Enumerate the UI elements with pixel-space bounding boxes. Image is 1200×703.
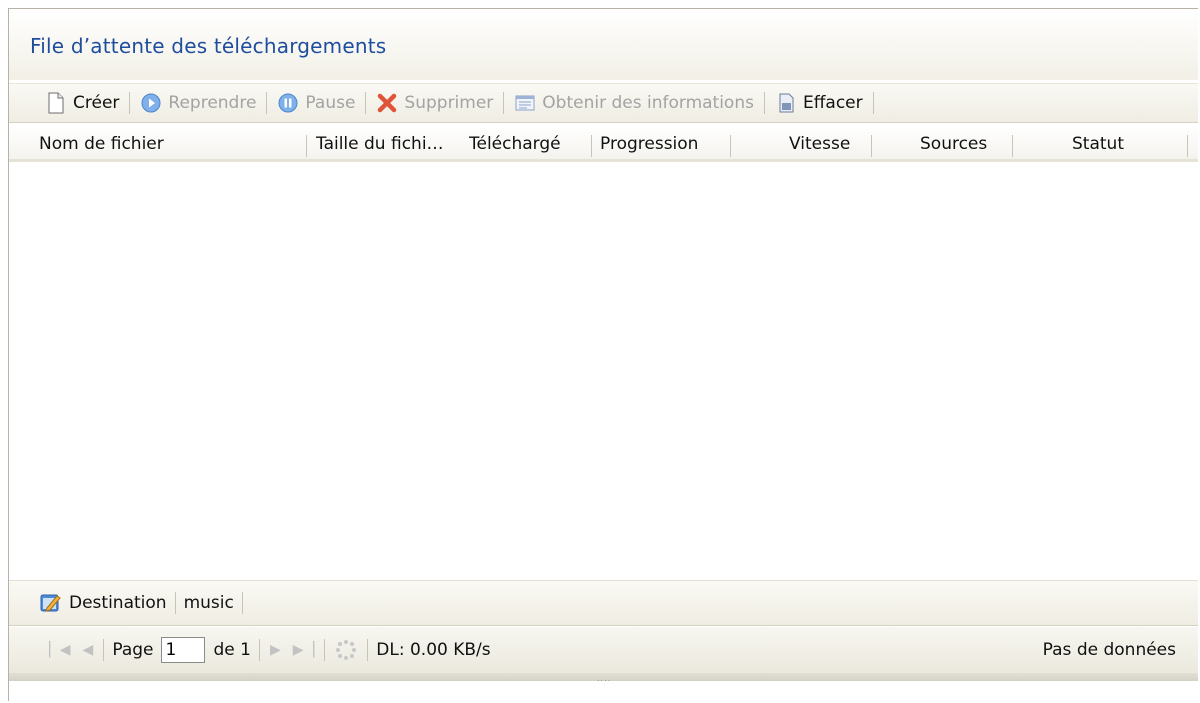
resize-handle[interactable]: .... <box>9 673 1198 683</box>
refresh-icon[interactable] <box>335 639 357 661</box>
destination-value[interactable]: music <box>184 593 234 613</box>
pause-button[interactable]: Pause <box>271 88 361 118</box>
toolbar-separator <box>258 639 260 661</box>
grip-dots: .... <box>597 674 612 683</box>
panel-header: File d’attente des téléchargements <box>9 9 1198 80</box>
column-separator[interactable] <box>1187 135 1188 157</box>
clear-label: Effacer <box>802 93 863 113</box>
toolbar-separator <box>324 639 326 661</box>
column-header-sources[interactable]: Sources <box>920 134 1008 154</box>
resume-button[interactable]: Reprendre <box>134 88 262 118</box>
create-button[interactable]: Créer <box>39 88 125 118</box>
toolbar-separator <box>266 92 268 114</box>
paging-toolbar: ▏◀ ◀ Page de 1 ▶ ▶▕ DL: 0.00 KB/s Pas de… <box>9 627 1198 673</box>
column-header-downloaded[interactable]: Téléchargé <box>469 134 591 154</box>
column-separator[interactable] <box>871 135 872 157</box>
column-separator[interactable] <box>306 135 307 157</box>
column-separator[interactable] <box>1012 135 1013 157</box>
prev-page-icon[interactable]: ◀ <box>83 642 94 658</box>
get-info-label: Obtenir des informations <box>542 93 754 113</box>
column-header-filesize[interactable]: Taille du fichi… <box>316 134 452 154</box>
first-page-icon[interactable]: ▏◀ <box>49 642 71 658</box>
column-header-status[interactable]: Statut <box>1072 134 1162 154</box>
create-label: Créer <box>73 93 120 113</box>
toolbar-separator <box>503 92 505 114</box>
delete-label: Supprimer <box>404 93 494 113</box>
delete-icon <box>376 92 398 114</box>
page-title: File d’attente des téléchargements <box>30 34 387 58</box>
pause-label: Pause <box>305 93 356 113</box>
download-speed-label: DL: 0.00 KB/s <box>376 640 491 660</box>
column-header-speed[interactable]: Vitesse <box>789 134 869 154</box>
next-page-icon[interactable]: ▶ <box>270 642 281 658</box>
column-separator[interactable] <box>730 135 731 157</box>
resume-label: Reprendre <box>168 93 257 113</box>
toolbar: Créer Reprendre Pause Supprimer Obtenir … <box>9 83 1198 123</box>
get-info-button[interactable]: Obtenir des informations <box>508 88 760 118</box>
clear-icon <box>775 92 797 114</box>
toolbar-separator <box>129 92 131 114</box>
toolbar-separator <box>103 639 105 661</box>
column-header-progress[interactable]: Progression <box>600 134 726 154</box>
toolbar-separator <box>367 639 369 661</box>
toolbar-separator <box>872 92 874 114</box>
grid-header: Nom de fichier Taille du fichi… Téléchar… <box>9 126 1198 162</box>
clear-button[interactable]: Effacer <box>769 88 869 118</box>
delete-button[interactable]: Supprimer <box>370 88 499 118</box>
toolbar-separator <box>241 592 243 614</box>
toolbar-separator <box>365 92 367 114</box>
page-count-label: de 1 <box>213 640 251 660</box>
new-file-icon <box>45 92 67 114</box>
no-data-status: Pas de données <box>1042 640 1176 660</box>
toolbar-separator <box>763 92 765 114</box>
destination-label[interactable]: Destination <box>69 593 167 613</box>
toolbar-separator <box>174 592 176 614</box>
column-separator[interactable] <box>591 135 592 157</box>
pause-icon <box>277 92 299 114</box>
resume-icon <box>140 92 162 114</box>
download-queue-panel: File d’attente des téléchargements Créer… <box>8 8 1198 701</box>
last-page-icon[interactable]: ▶▕ <box>293 642 315 658</box>
destination-edit-icon[interactable] <box>39 592 61 614</box>
page-label: Page <box>112 640 154 660</box>
page-number-input[interactable] <box>161 637 206 663</box>
column-header-filename[interactable]: Nom de fichier <box>39 134 304 154</box>
download-list[interactable] <box>9 162 1198 580</box>
destination-bar: Destination music <box>9 580 1198 626</box>
info-icon <box>514 92 536 114</box>
